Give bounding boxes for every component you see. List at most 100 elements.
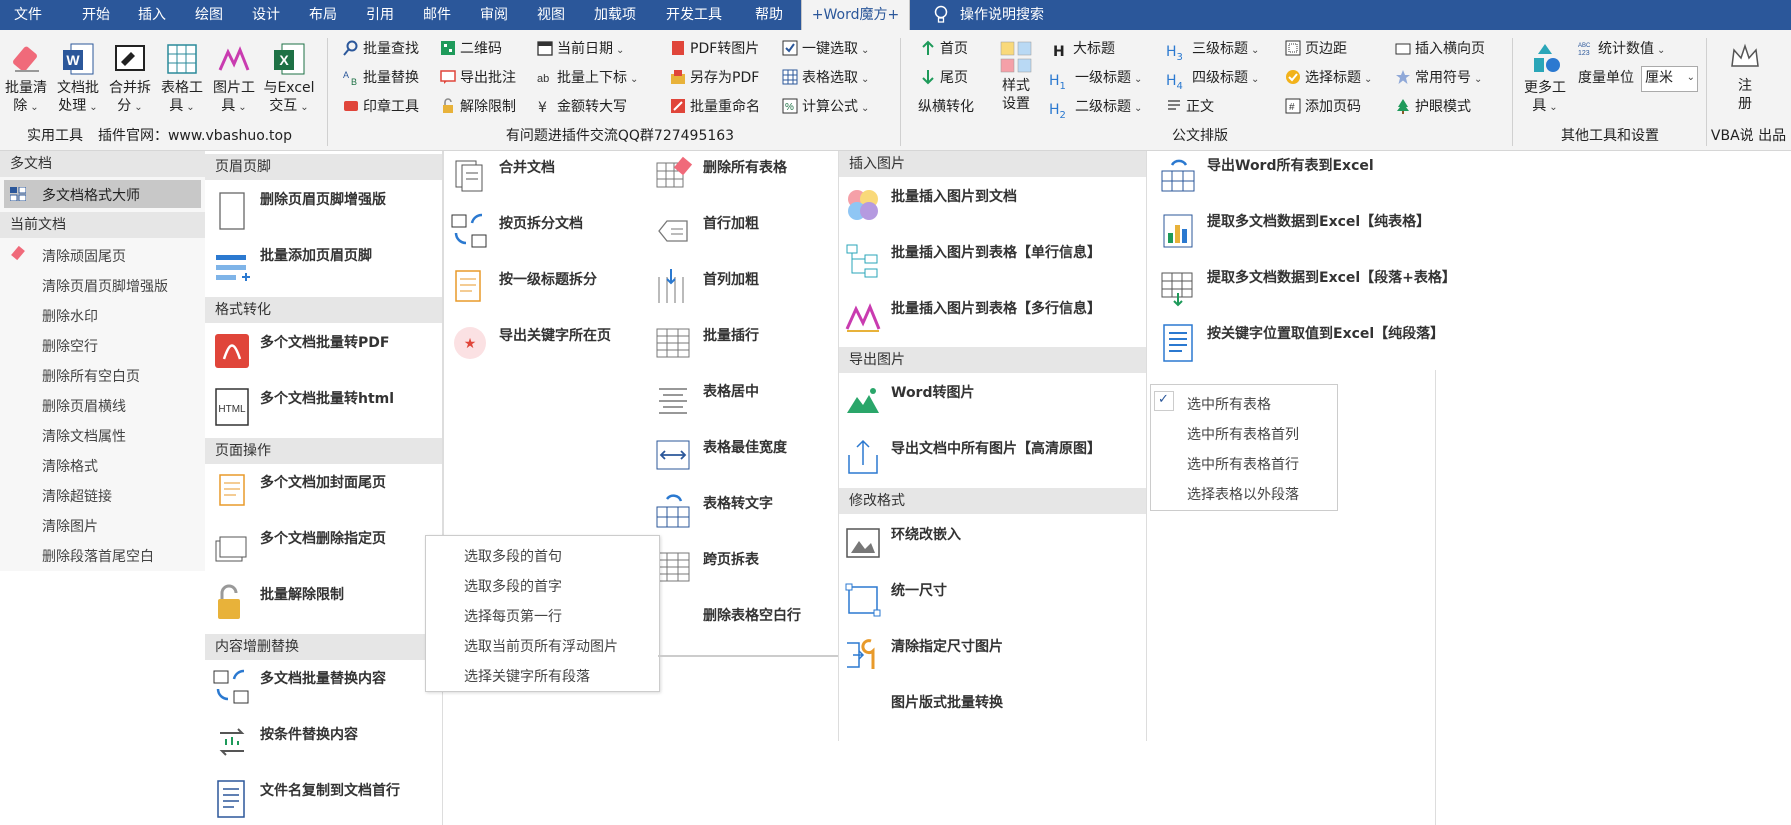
insert-landscape-button[interactable]: 插入横向页 — [1395, 38, 1485, 60]
menu-item-uniform-size[interactable]: 统一尺寸 — [891, 580, 947, 600]
qrcode-button[interactable]: 二维码 — [440, 38, 502, 60]
tab-file[interactable]: 文件 — [0, 0, 56, 30]
tell-me-search[interactable]: 操作说明搜索 — [960, 0, 1080, 30]
menu-item-table-best-width[interactable]: 表格最佳宽度 — [703, 437, 787, 457]
menu-item-extract-paragraphs-tables[interactable]: 提取多文档数据到Excel【段落+表格】 — [1207, 267, 1456, 287]
menu-item-bold-first-column[interactable]: 首列加粗 — [703, 269, 759, 289]
menu-item-cross-page-split[interactable]: 跨页拆表 — [703, 549, 759, 569]
menu-item-table-to-text[interactable]: 表格转文字 — [703, 493, 773, 513]
tab-help[interactable]: 帮助 — [742, 0, 796, 30]
remove-restriction-button[interactable]: 解除限制 — [440, 96, 516, 118]
menu-item-batch-to-pdf[interactable]: 多个文档批量转PDF — [260, 332, 389, 352]
body-text-button[interactable]: 正文 — [1166, 96, 1214, 118]
tab-layout[interactable]: 布局 — [299, 0, 347, 30]
tab-mailings[interactable]: 邮件 — [413, 0, 461, 30]
export-comments-button[interactable]: 导出批注 — [440, 67, 516, 89]
menu-item-keyword-position-to-excel[interactable]: 按关键字位置取值到Excel【纯段落】 — [1207, 323, 1444, 343]
menu-item-bold-first-row[interactable]: 首行加粗 — [703, 213, 759, 233]
select-heading-button[interactable]: 选择标题 ⌄ — [1285, 67, 1372, 89]
menu-item-trim-paragraph-whitespace[interactable]: 删除段落首尾空白 — [42, 546, 154, 566]
excel-interact-button[interactable]: X 与Excel 交互 ⌄ — [261, 42, 317, 117]
menu-item-delete-watermark[interactable]: 删除水印 — [42, 306, 98, 326]
batch-superscript-button[interactable]: ab 批量上下标 ⌄ — [537, 67, 638, 89]
unit-select[interactable]: 厘米 ⌄ — [1641, 66, 1698, 92]
save-as-pdf-button[interactable]: 另存为PDF — [670, 67, 759, 89]
current-date-button[interactable]: 当前日期 ⌄ — [537, 38, 624, 60]
style-settings-button[interactable]: 样式 设置 — [996, 40, 1036, 113]
menu-item-clear-sized-images[interactable]: 清除指定尺寸图片 — [891, 636, 1003, 656]
last-page-button[interactable]: 尾页 — [920, 67, 968, 89]
stamp-tools-button[interactable]: 印章工具 — [343, 96, 419, 118]
register-button[interactable]: 注 册 — [1725, 40, 1765, 113]
menu-item-select-first-sentence[interactable]: 选取多段的首句 — [464, 546, 562, 566]
menu-item-delete-blank-pages[interactable]: 删除所有空白页 — [42, 366, 140, 386]
menu-item-clear-header-footer-plus[interactable]: 清除页眉页脚增强版 — [42, 276, 168, 296]
heading3-button[interactable]: H3三级标题 ⌄ — [1166, 38, 1259, 63]
menu-item-delete-header-line[interactable]: 删除页眉横线 — [42, 396, 126, 416]
menu-item-select-first-line[interactable]: 选择每页第一行 — [464, 606, 562, 626]
menu-item-filename-to-first-line[interactable]: 文件名复制到文档首行 — [260, 780, 400, 800]
more-tools-button[interactable]: 更多工 具 ⌄ — [1522, 42, 1568, 117]
menu-item-select-non-table-paragraphs[interactable]: 选择表格以外段落 — [1187, 484, 1299, 504]
menu-item-delete-specified-pages[interactable]: 多个文档删除指定页 — [260, 528, 386, 548]
menu-item-batch-replace-content[interactable]: 多文档批量替换内容 — [260, 668, 386, 688]
tab-developer[interactable]: 开发工具 — [656, 0, 732, 30]
batch-find-button[interactable]: 批量查找 — [343, 38, 419, 60]
tab-view[interactable]: 视图 — [527, 0, 575, 30]
menu-item-clear-images[interactable]: 清除图片 — [42, 516, 98, 536]
menu-item-wrap-to-inline[interactable]: 环绕改嵌入 — [891, 524, 961, 544]
orientation-toggle-button[interactable]: 纵横转化 — [918, 96, 974, 118]
heading2-button[interactable]: H2二级标题 ⌄ — [1049, 96, 1142, 121]
heading1-button[interactable]: H1一级标题 ⌄ — [1049, 67, 1142, 92]
amount-uppercase-button[interactable]: ¥ 金额转大写 — [537, 96, 627, 118]
margins-button[interactable]: 页边距 — [1285, 38, 1347, 60]
menu-item-select-first-columns[interactable]: 选中所有表格首列 — [1187, 424, 1299, 444]
tab-insert[interactable]: 插入 — [128, 0, 176, 30]
image-tools-button[interactable]: 图片工 具 ⌄ — [211, 42, 257, 117]
batch-replace-button[interactable]: A B 批量替换 — [343, 67, 419, 89]
table-select-button[interactable]: 表格选取 ⌄ — [782, 67, 869, 89]
tab-addins[interactable]: 加载项 — [585, 0, 645, 30]
menu-item-clear-properties[interactable]: 清除文档属性 — [42, 426, 126, 446]
pdf-to-image-button[interactable]: PDF转图片 — [670, 38, 759, 60]
menu-item-export-all-images[interactable]: 导出文档中所有图片【高清原图】 — [891, 438, 1101, 458]
table-tools-button[interactable]: 表格工 具 ⌄ — [159, 42, 205, 117]
website-link[interactable]: 插件官网：www.vbashuo.top — [90, 126, 300, 146]
menu-item-table-center[interactable]: 表格居中 — [703, 381, 759, 401]
first-page-button[interactable]: 首页 — [920, 38, 968, 60]
merge-split-button[interactable]: 合并拆 分 ⌄ — [107, 42, 153, 117]
menu-item-select-keyword-paragraphs[interactable]: 选择关键字所有段落 — [464, 666, 590, 686]
menu-item-delete-header-footer-plus[interactable]: 删除页眉页脚增强版 — [260, 189, 386, 209]
doc-batch-button[interactable]: W 文档批 处理 ⌄ — [55, 42, 101, 117]
menu-item-batch-add-header-footer[interactable]: 批量添加页眉页脚 — [260, 245, 372, 265]
menu-item-export-keyword-pages[interactable]: 导出关键字所在页 — [499, 325, 611, 345]
menu-item-insert-images-to-doc[interactable]: 批量插入图片到文档 — [891, 186, 1017, 206]
batch-rename-button[interactable]: 批量重命名 — [670, 96, 760, 118]
menu-item-insert-images-to-table-multi[interactable]: 批量插入图片到表格【多行信息】 — [891, 298, 1101, 318]
menu-item-select-floating-images[interactable]: 选取当前页所有浮动图片 — [464, 636, 618, 656]
menu-item-split-by-heading1[interactable]: 按一级标题拆分 — [499, 269, 597, 289]
menu-item-word-to-image[interactable]: Word转图片 — [891, 382, 975, 402]
menu-item-merge-docs[interactable]: 合并文档 — [499, 157, 555, 177]
menu-item-clear-format[interactable]: 清除格式 — [42, 456, 98, 476]
menu-item-clear-stubborn-lastpage[interactable]: 清除顽固尾页 — [42, 246, 126, 266]
menu-item-select-all-tables[interactable]: 选中所有表格 — [1187, 394, 1271, 414]
calc-formula-button[interactable]: % 计算公式 ⌄ — [782, 96, 869, 118]
menu-item-add-cover-lastpage[interactable]: 多个文档加封面尾页 — [260, 472, 386, 492]
tab-review[interactable]: 审阅 — [470, 0, 518, 30]
heading4-button[interactable]: H4四级标题 ⌄ — [1166, 67, 1259, 92]
menu-item-select-first-rows[interactable]: 选中所有表格首行 — [1187, 454, 1299, 474]
menu-item-delete-all-tables[interactable]: 删除所有表格 — [703, 157, 787, 177]
one-click-select-button[interactable]: 一键选取 ⌄ — [782, 38, 869, 60]
menu-item-batch-to-html[interactable]: 多个文档批量转html — [260, 388, 394, 408]
common-symbols-button[interactable]: 常用符号 ⌄ — [1395, 67, 1482, 89]
menu-item-format-master[interactable]: 多文档格式大师 — [4, 180, 201, 208]
add-page-number-button[interactable]: # 添加页码 — [1285, 96, 1361, 118]
menu-item-delete-blank-rows[interactable]: 删除表格空白行 — [703, 605, 801, 625]
menu-item-batch-remove-restriction[interactable]: 批量解除限制 — [260, 584, 344, 604]
main-title-button[interactable]: H 大标题 — [1053, 38, 1115, 60]
tab-home[interactable]: 开始 — [72, 0, 120, 30]
eye-care-button[interactable]: 护眼模式 — [1395, 96, 1471, 118]
menu-item-insert-images-to-table-single[interactable]: 批量插入图片到表格【单行信息】 — [891, 242, 1101, 262]
menu-item-extract-pure-tables[interactable]: 提取多文档数据到Excel【纯表格】 — [1207, 211, 1430, 231]
